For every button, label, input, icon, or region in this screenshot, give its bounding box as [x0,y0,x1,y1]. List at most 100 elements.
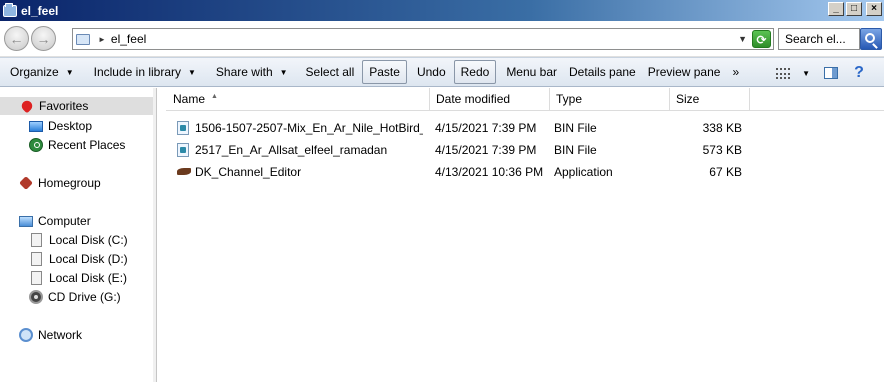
chevron-down-icon[interactable]: ▼ [738,34,747,44]
breadcrumb-path[interactable]: el_feel [111,32,146,46]
recent-places-icon [29,138,43,152]
sidebar-item-network[interactable]: Network [19,326,82,344]
hard-disk-icon [31,233,42,247]
file-list: Name ▲ Date modified Type Size 1506-1507… [158,88,884,382]
column-header-date-modified[interactable]: Date modified [430,88,550,111]
sort-ascending-icon: ▲ [211,92,218,100]
preview-pane-icon[interactable] [824,67,838,79]
application-icon [177,166,193,178]
pane-splitter[interactable] [153,88,156,382]
title-bar: el_feel _ □ × [0,0,884,21]
forward-button[interactable]: → [31,26,56,51]
hard-disk-icon [31,252,42,266]
file-type: Application [554,165,613,179]
maximize-button[interactable]: □ [846,2,862,16]
folder-icon [3,2,17,17]
file-name: 1506-1507-2507-Mix_En_Ar_Nile_HotBird_A.… [195,121,423,135]
arrow-right-icon: → [36,30,51,47]
sidebar-item-disk-e[interactable]: Local Disk (E:) [29,269,127,287]
computer-icon [19,215,33,227]
bin-file-icon [177,121,189,135]
redo-button[interactable]: Redo [453,60,497,84]
sidebar-item-disk-c[interactable]: Local Disk (C:) [29,231,128,249]
sidebar-item-recent-places[interactable]: Recent Places [29,136,125,154]
close-button[interactable]: × [866,2,882,16]
command-bar: Organize ▼ Include in library ▼ Share with… [0,57,884,87]
view-controls: ▼ ? [776,61,884,85]
folder-icon [76,33,90,45]
sidebar-item-cd-drive[interactable]: CD Drive (G:) [29,288,121,306]
chevron-down-icon: ▼ [279,67,288,77]
sidebar-item-label: Desktop [48,119,93,133]
share-with-button[interactable]: Share with ▼ [210,60,294,84]
window-title: el_feel [21,3,59,18]
breadcrumb-separator[interactable]: ► [98,35,106,44]
search-icon [865,32,875,43]
column-header-label: Date modified [436,92,511,106]
navigation-pane: Favorites Desktop Recent Places Homegrou… [0,88,157,382]
file-type: BIN File [554,121,597,135]
more-commands-button[interactable]: » [726,60,745,84]
file-name: DK_Channel_Editor [195,165,302,179]
table-row[interactable]: 1506-1507-2507-Mix_En_Ar_Nile_HotBird_A.… [158,117,884,139]
file-name: 2517_En_Ar_Allsat_elfeel_ramadan [195,143,388,157]
file-date: 4/15/2021 7:39 PM [435,143,537,157]
column-header-size[interactable]: Size [670,88,750,111]
file-size: 338 KB [702,121,742,135]
file-size: 67 KB [709,165,742,179]
sidebar-item-label: CD Drive (G:) [48,290,121,304]
column-header-label: Name [173,92,206,106]
file-date: 4/13/2021 10:36 PM [435,165,544,179]
address-bar-row: ← → ► el_feel ▼ ⟳ Search el... [0,21,884,57]
sidebar-item-disk-d[interactable]: Local Disk (D:) [29,250,128,268]
chevron-down-icon: ▼ [188,67,196,77]
refresh-button[interactable]: ⟳ [752,30,771,48]
column-header-label: Size [676,92,700,106]
table-row[interactable]: DK_Channel_Editor 4/13/2021 10:36 PM App… [158,161,884,183]
search-button[interactable] [860,28,882,50]
column-header-label: Type [556,92,583,106]
sidebar-item-label: Homegroup [38,176,101,190]
cd-drive-icon [29,290,43,304]
include-in-library-label: Include in library [93,65,181,79]
sidebar-item-computer[interactable]: Computer [19,212,91,230]
sidebar-item-label: Recent Places [48,138,126,152]
undo-button[interactable]: Undo [411,60,452,84]
sidebar-item-label: Network [38,328,83,342]
help-icon[interactable]: ? [850,64,868,82]
preview-pane-button[interactable]: Preview pane [642,60,727,84]
column-header-type[interactable]: Type [550,88,670,111]
search-input[interactable]: Search el... [778,28,860,50]
include-in-library-button[interactable]: Include in library ▼ [88,60,202,84]
select-all-button[interactable]: Select all [300,60,361,84]
desktop-icon [29,120,43,132]
paste-button[interactable]: Paste [362,60,407,84]
back-button[interactable]: ← [4,26,29,51]
arrow-left-icon: ← [9,30,24,47]
sidebar-item-favorites[interactable]: Favorites [0,97,155,115]
sidebar-item-desktop[interactable]: Desktop [29,117,92,135]
organize-button[interactable]: Organize ▼ [4,60,80,84]
minimize-button[interactable]: _ [828,2,844,16]
sidebar-item-homegroup[interactable]: Homegroup [19,174,101,192]
chevron-down-icon[interactable]: ▼ [802,69,810,78]
table-row[interactable]: 2517_En_Ar_Allsat_elfeel_ramadan 4/15/20… [158,139,884,161]
bin-file-icon [177,143,189,157]
sidebar-item-label: Local Disk (D:) [49,252,128,266]
details-pane-button[interactable]: Details pane [563,60,642,84]
change-view-icon[interactable] [776,67,791,79]
file-size: 573 KB [702,143,742,157]
column-header-filler [750,88,884,111]
hard-disk-icon [31,271,42,285]
sidebar-item-label: Local Disk (C:) [49,233,128,247]
window-controls: _ □ × [828,2,882,16]
file-date: 4/15/2021 7:39 PM [435,121,537,135]
network-icon [19,328,33,342]
sidebar-item-label: Favorites [39,99,89,113]
file-type: BIN File [554,143,597,157]
address-bar[interactable]: ► el_feel ▼ ⟳ [72,28,774,50]
column-header-name[interactable]: Name ▲ [166,88,430,111]
menu-bar-button[interactable]: Menu bar [500,60,563,84]
sidebar-item-label: Computer [38,214,91,228]
sidebar-item-label: Local Disk (E:) [49,271,128,285]
